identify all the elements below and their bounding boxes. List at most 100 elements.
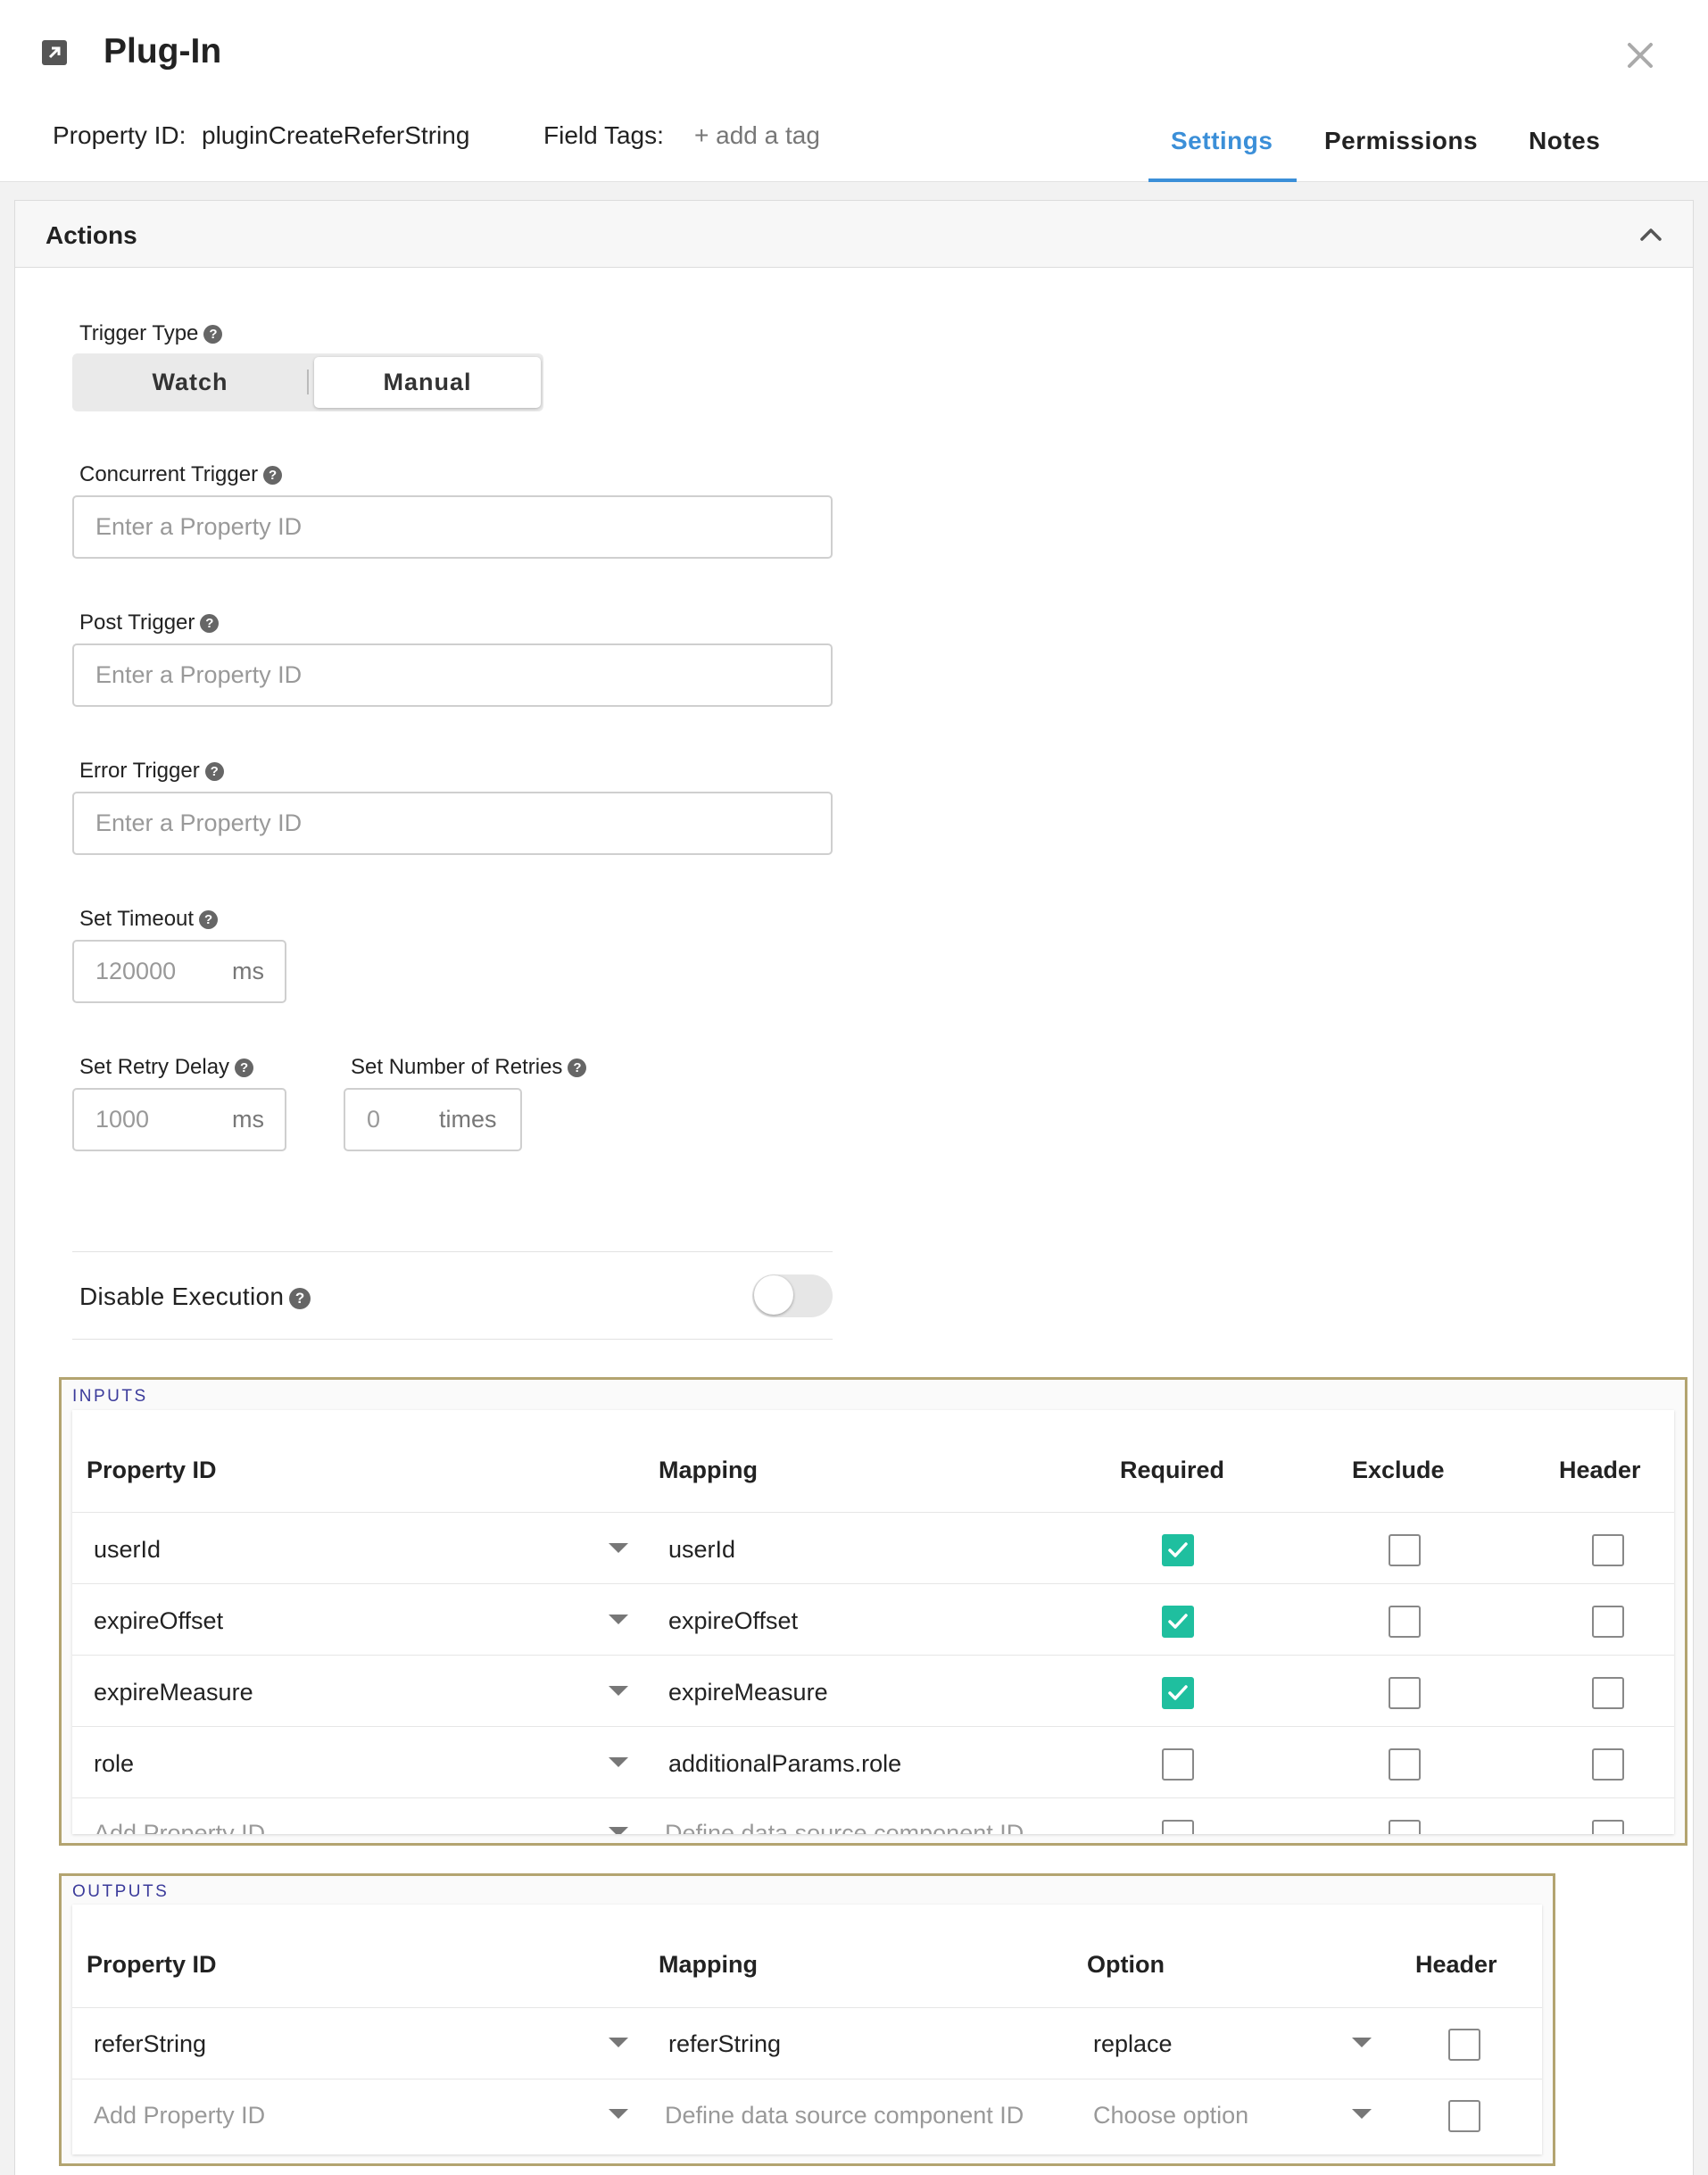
help-icon[interactable]: ? [199,910,219,929]
retry-delay-unit: ms [232,1106,264,1133]
chevron-up-icon[interactable] [1638,221,1664,248]
row-divider [72,1655,1674,1656]
tab-permissions[interactable]: Permissions [1324,127,1478,155]
row-divider [72,2079,1542,2080]
post-trigger-input[interactable]: Enter a Property ID [72,643,833,707]
inputs-add-row: Add Property ID Define data source compo… [72,1798,1674,1834]
column-header-property-id: Property ID [87,1457,217,1483]
help-icon[interactable]: ? [568,1058,587,1077]
input-row-2-mapping[interactable]: expireOffset [668,1607,798,1635]
output-row-1-property-id[interactable]: referString [94,2030,206,2058]
concurrent-trigger-label: Concurrent Trigger [79,462,259,486]
outputs-section-label: OUTPUTS [72,1882,170,1901]
input-add-property-id[interactable]: Add Property ID [94,1820,265,1834]
dropdown-caret-icon[interactable] [609,1615,628,1624]
input-row-3-mapping[interactable]: expireMeasure [668,1679,828,1706]
input-row-2-required-checkbox[interactable] [1162,1606,1194,1638]
input-row-2-header-checkbox[interactable] [1592,1606,1624,1638]
trigger-watch-option[interactable]: Watch [74,357,306,408]
close-icon[interactable] [1622,37,1658,73]
input-add-header-checkbox[interactable] [1592,1820,1624,1834]
dropdown-caret-icon[interactable] [609,1543,628,1553]
row-divider [72,1583,1674,1584]
input-row-4-mapping[interactable]: additionalParams.role [668,1750,901,1778]
modal-title: Plug-In [104,32,222,71]
column-header-exclude: Exclude [1352,1457,1445,1483]
actions-panel-header[interactable] [14,200,1694,268]
output-add-property-id[interactable]: Add Property ID [94,2102,265,2129]
input-row-3-exclude-checkbox[interactable] [1389,1677,1421,1709]
input-row-1-header-checkbox[interactable] [1592,1534,1624,1566]
input-row-3-required-checkbox[interactable] [1162,1677,1194,1709]
post-trigger-label: Post Trigger [79,610,195,635]
dropdown-caret-icon[interactable] [609,1686,628,1696]
actions-panel-title: Actions [46,221,137,249]
help-icon[interactable]: ? [203,325,223,344]
input-row-4-exclude-checkbox[interactable] [1389,1748,1421,1781]
concurrent-trigger-input[interactable]: Enter a Property ID [72,495,833,559]
error-trigger-field: Error Trigger? [79,759,224,784]
column-header-required: Required [1120,1457,1225,1483]
input-row-4-header-checkbox[interactable] [1592,1748,1624,1781]
help-icon[interactable]: ? [204,762,224,781]
row-divider [72,1512,1674,1513]
output-add-option[interactable]: Choose option [1093,2102,1248,2129]
error-trigger-input[interactable]: Enter a Property ID [72,792,833,855]
output-row-1-mapping[interactable]: referString [668,2030,781,2058]
input-add-required-checkbox[interactable] [1162,1820,1194,1834]
help-icon[interactable]: ? [235,1058,254,1077]
timeout-label: Set Timeout [79,907,195,931]
active-tab-indicator [1148,178,1297,182]
input-row-1-required-checkbox[interactable] [1162,1534,1194,1566]
property-id-value: pluginCreateReferString [202,121,470,149]
retries-field: Set Number of Retries? [351,1055,587,1080]
input-row-4-required-checkbox[interactable] [1162,1748,1194,1781]
retry-delay-label: Set Retry Delay [79,1055,230,1079]
input-row-1-property-id[interactable]: userId [94,1536,161,1564]
dropdown-caret-icon[interactable] [609,1827,628,1834]
dropdown-caret-icon[interactable] [1352,2109,1372,2119]
input-row-4-property-id[interactable]: role [94,1750,134,1778]
output-add-header-checkbox[interactable] [1448,2100,1480,2132]
row-divider [72,1726,1674,1727]
row-divider [72,2007,1542,2008]
tab-settings[interactable]: Settings [1171,127,1273,155]
column-header-option: Option [1087,1951,1165,1978]
concurrent-trigger-field: Concurrent Trigger? [79,462,283,487]
input-row-2-property-id[interactable]: expireOffset [94,1607,223,1635]
input-row-3-header-checkbox[interactable] [1592,1677,1624,1709]
output-add-mapping[interactable]: Define data source component ID [665,2102,1024,2129]
column-header-property-id: Property ID [87,1951,217,1978]
dropdown-caret-icon[interactable] [609,1757,628,1767]
input-row-2-exclude-checkbox[interactable] [1389,1606,1421,1638]
disable-execution-label: Disable Execution [79,1283,285,1310]
tab-notes[interactable]: Notes [1529,127,1600,155]
column-header-header: Header [1559,1457,1641,1483]
retry-delay-field: Set Retry Delay? [79,1055,254,1080]
toggle-divider [307,369,309,394]
input-row-1-mapping[interactable]: userId [668,1536,735,1564]
post-trigger-field: Post Trigger? [79,610,220,635]
inputs-section-label: INPUTS [72,1387,148,1406]
column-header-mapping: Mapping [659,1951,758,1978]
input-add-mapping[interactable]: Define data source component ID [665,1820,1024,1834]
retries-unit: times [439,1106,497,1133]
input-row-3-property-id[interactable]: expireMeasure [94,1679,253,1706]
add-tag-link[interactable]: + add a tag [694,121,820,150]
trigger-manual-option[interactable]: Manual [314,357,541,408]
dropdown-caret-icon[interactable] [609,2109,628,2119]
output-row-1-header-checkbox[interactable] [1448,2029,1480,2061]
help-icon[interactable]: ? [289,1288,311,1309]
help-icon[interactable]: ? [200,614,220,633]
divider [72,1339,833,1340]
help-icon[interactable]: ? [263,466,283,485]
input-row-1-exclude-checkbox[interactable] [1389,1534,1421,1566]
input-add-exclude-checkbox[interactable] [1389,1820,1421,1834]
external-link-icon [42,40,67,65]
dropdown-caret-icon[interactable] [1352,2038,1372,2047]
trigger-type-field: Trigger Type? [79,321,223,346]
trigger-type-label: Trigger Type [79,321,199,345]
output-row-1-option[interactable]: replace [1093,2030,1173,2058]
dropdown-caret-icon[interactable] [609,2038,628,2047]
retries-label: Set Number of Retries [351,1055,563,1079]
